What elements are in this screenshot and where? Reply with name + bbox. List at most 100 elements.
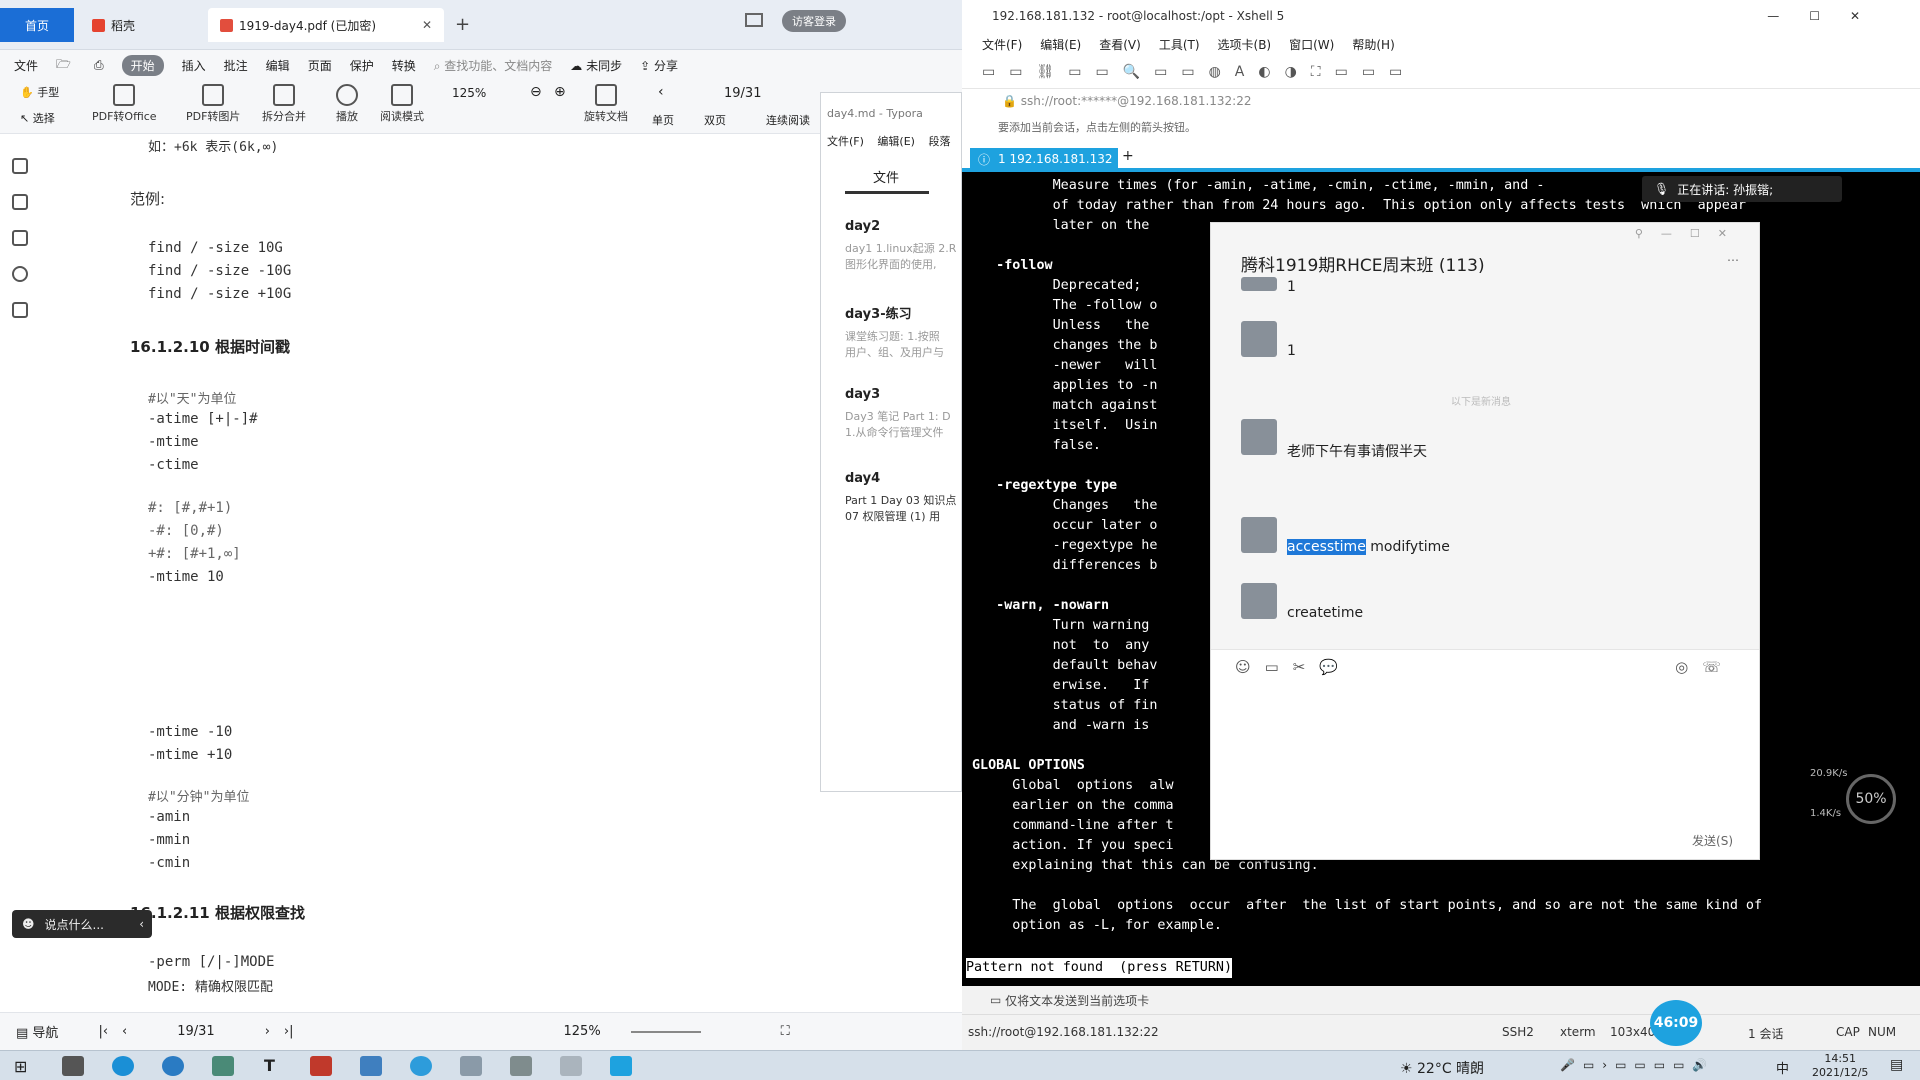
speed-meter[interactable]: 50% <box>1846 774 1896 824</box>
typora-file-item[interactable]: day4 Part 1 Day 03 知识点 07 权限管理 (1) 用 <box>845 471 956 524</box>
menu-annotate[interactable]: 批注 <box>224 57 248 74</box>
pdf-to-image-button[interactable]: PDF转图片 <box>186 84 240 124</box>
xs-menu-help[interactable]: 帮助(H) <box>1352 36 1394 53</box>
status-page-indicator[interactable]: 19/31 <box>177 1024 214 1039</box>
zoom-slider[interactable] <box>630 1030 701 1033</box>
comment-icon[interactable] <box>12 230 28 246</box>
new-session-tab-icon[interactable]: + <box>1122 148 1134 164</box>
address-bar[interactable]: 🔒 ssh://root:******@192.168.181.132:22 <box>962 88 1920 112</box>
xs-menu-window[interactable]: 窗口(W) <box>1289 36 1334 53</box>
menu-file[interactable]: 文件 <box>14 57 38 74</box>
call-icons[interactable]: ◎☏ <box>1675 658 1735 676</box>
wps-icon[interactable] <box>310 1056 332 1076</box>
tab-pdf-document[interactable]: 1919-day4.pdf (已加密) ✕ <box>208 8 444 42</box>
zoom-out-icon[interactable]: ⊖ <box>530 84 542 100</box>
status-zoom[interactable]: 125% <box>564 1024 601 1039</box>
print-icon[interactable]: ⎙ <box>94 58 104 73</box>
bookmark-icon[interactable] <box>12 158 28 174</box>
ime-indicator[interactable]: 中 <box>1776 1058 1789 1077</box>
nav-button[interactable]: ▤ 导航 <box>16 1022 58 1041</box>
window-controls[interactable]: —☐✕ <box>1767 9 1890 23</box>
typora-icon[interactable]: T <box>264 1056 275 1075</box>
app-icon[interactable] <box>510 1056 532 1076</box>
typora-file-item[interactable]: day3 Day3 笔记 Part 1: D 1.从命令行管理文件 <box>845 387 951 440</box>
menu-insert[interactable]: 插入 <box>182 57 206 74</box>
select-tool[interactable]: ↖ 选择 <box>20 110 55 126</box>
chat-input-toolbar[interactable]: ☺▭✂💬 <box>1235 658 1352 676</box>
split-merge-button[interactable]: 拆分合并 <box>262 84 306 124</box>
chat-input-area[interactable]: ☺▭✂💬 ◎☏ 发送(S) <box>1211 649 1759 859</box>
typora-menu-paragraph[interactable]: 段落 <box>928 135 950 148</box>
comment-prompt[interactable]: ☻ 说点什么... ‹ <box>12 910 152 938</box>
typora-file-item[interactable]: day2 day1 1.linux起源 2.R 图形化界面的使用, <box>845 219 956 272</box>
single-page-button[interactable]: 单页 <box>652 112 674 128</box>
chat-window-controls[interactable]: ⚲—☐✕ <box>1635 227 1745 240</box>
fullscreen-icon[interactable]: ⛶ <box>781 1024 790 1039</box>
menu-convert[interactable]: 转换 <box>392 57 416 74</box>
collapse-icon[interactable]: ‹ <box>139 917 144 931</box>
xs-menu-file[interactable]: 文件(F) <box>982 36 1022 53</box>
typora-files-tab[interactable]: 文件 <box>873 167 899 186</box>
app-icon[interactable] <box>460 1056 482 1076</box>
menu-page[interactable]: 页面 <box>308 57 332 74</box>
pdf-code-line: -cmin <box>148 855 191 871</box>
continuous-read-button[interactable]: 连续阅读 <box>766 112 810 128</box>
clock[interactable]: 14:51 2021/12/5 <box>1812 1052 1868 1080</box>
last-page-icon[interactable]: ›| <box>284 1024 294 1039</box>
meeting-timer[interactable]: 46:09 <box>1650 1000 1702 1046</box>
notification-icon[interactable]: ▤ <box>1890 1057 1903 1073</box>
read-mode-button[interactable]: 阅读模式 <box>380 84 424 124</box>
app-icon[interactable] <box>62 1056 84 1076</box>
hand-tool[interactable]: ✋ 手型 <box>20 84 59 100</box>
toolbar-icons[interactable]: ▭▭⛓▭▭🔍▭▭◍A◐◑⛶▭▭▭ <box>982 64 1416 80</box>
xs-menu-view[interactable]: 查看(V) <box>1099 36 1141 53</box>
window-layout-icon[interactable] <box>745 13 763 27</box>
more-icon[interactable]: ⋯ <box>1727 253 1739 267</box>
send-bar[interactable]: ▭ 仅将文本发送到当前选项卡 <box>962 986 1920 1014</box>
prev-page-icon[interactable]: ‹ <box>658 84 664 100</box>
typora-menu-edit[interactable]: 编辑(E) <box>877 135 915 148</box>
signature-icon[interactable] <box>12 302 28 318</box>
sync-button[interactable]: ☁ 未同步 <box>570 57 622 74</box>
xs-menu-tools[interactable]: 工具(T) <box>1159 36 1200 53</box>
menu-edit[interactable]: 编辑 <box>266 57 290 74</box>
next-page-button[interactable]: › <box>265 1024 270 1039</box>
zoom-select[interactable]: 125% <box>452 86 486 100</box>
rotate-doc-button[interactable]: 旋转文档 <box>584 84 628 124</box>
first-page-icon[interactable]: |‹ <box>98 1024 108 1039</box>
send-button[interactable]: 发送(S) <box>1692 832 1733 849</box>
windows-start-icon[interactable]: ⊞ <box>14 1057 27 1076</box>
session-tab[interactable]: ⓘ 1 192.168.181.132 <box>970 148 1118 170</box>
guest-login-button[interactable]: 访客登录 <box>782 10 846 32</box>
thumbnail-icon[interactable] <box>12 194 28 210</box>
weather[interactable]: ☀ 22°C 晴朗 <box>1400 1058 1484 1078</box>
app-icon[interactable] <box>212 1056 234 1076</box>
zoom-in-icon[interactable]: ⊕ <box>554 84 566 100</box>
edge-icon[interactable] <box>112 1056 134 1076</box>
typora-menu-file[interactable]: 文件(F) <box>827 135 864 148</box>
tray-icons[interactable]: 🎤▭›▭▭▭▭🔊 <box>1560 1058 1715 1072</box>
double-page-button[interactable]: 双页 <box>704 112 726 128</box>
share-button[interactable]: ⇪ 分享 <box>640 57 678 74</box>
xs-menu-edit[interactable]: 编辑(E) <box>1040 36 1081 53</box>
tab-home[interactable]: 首页 <box>0 8 74 42</box>
qq-icon[interactable] <box>410 1056 432 1076</box>
new-tab-icon[interactable]: + <box>455 14 470 35</box>
search-input[interactable]: ⌕ 查找功能、文档内容 <box>434 57 553 74</box>
play-button[interactable]: 播放 <box>336 84 358 124</box>
typora-file-item[interactable]: day3-练习 课堂练习题: 1.按照 用户、组、及用户与 <box>845 303 944 360</box>
meeting-app-icon[interactable] <box>610 1056 632 1076</box>
app-icon[interactable] <box>560 1056 582 1076</box>
pdf-to-office-button[interactable]: PDF转Office <box>92 84 157 124</box>
xshell-icon[interactable] <box>360 1056 382 1076</box>
attachment-icon[interactable] <box>12 266 28 282</box>
tab-daoke[interactable]: 稻壳 <box>80 8 147 42</box>
prev-page-button[interactable]: ‹ <box>122 1024 127 1039</box>
menu-protect[interactable]: 保护 <box>350 57 374 74</box>
xs-menu-tabs[interactable]: 选项卡(B) <box>1218 36 1272 53</box>
page-indicator[interactable]: 19/31 <box>724 86 761 101</box>
browser-icon[interactable] <box>162 1056 184 1076</box>
menu-start[interactable]: 开始 <box>121 54 164 76</box>
close-tab-icon[interactable]: ✕ <box>422 18 432 32</box>
folder-icon[interactable]: 🗁 <box>56 55 76 76</box>
